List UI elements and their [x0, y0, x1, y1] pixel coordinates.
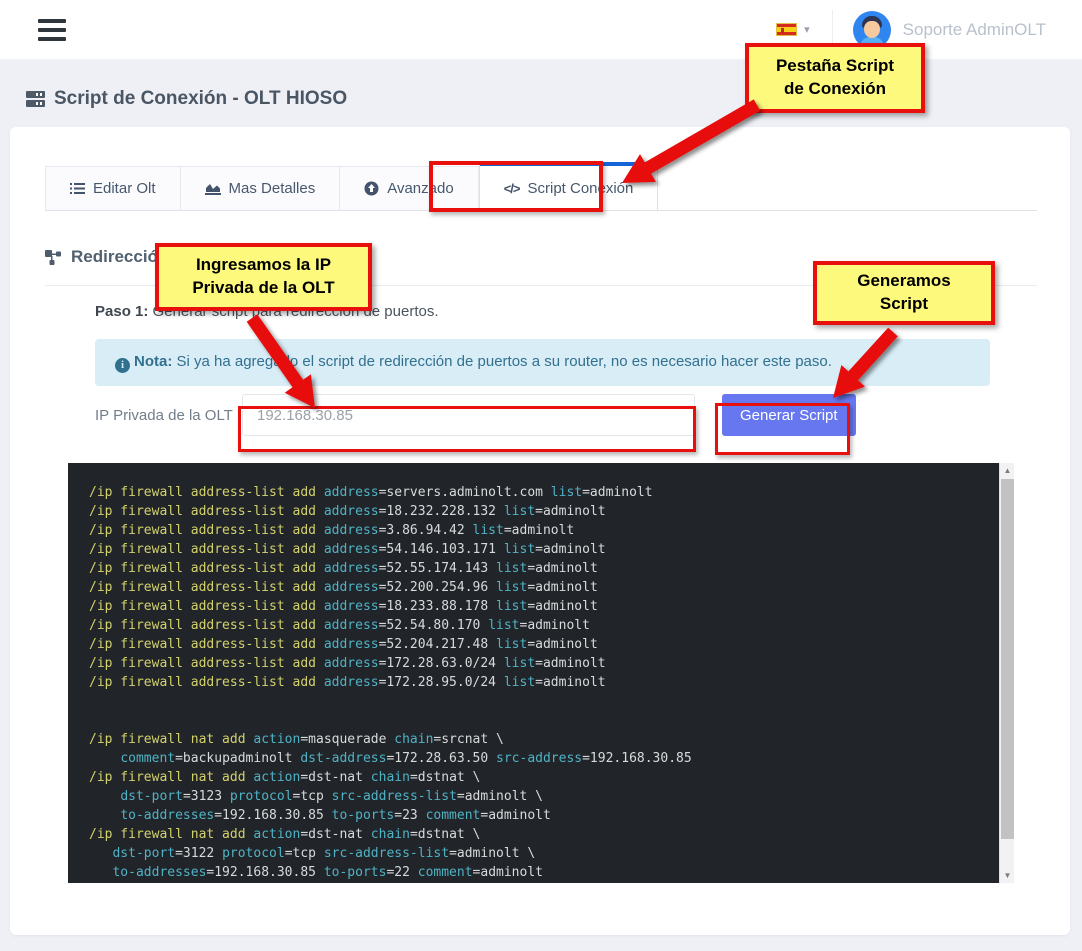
step-1-text: Paso 1: Generar script para redirección …	[95, 303, 1037, 320]
tab-script-conexion[interactable]: </> Script Conexión	[479, 162, 659, 210]
tab-editar-olt[interactable]: Editar Olt	[45, 166, 181, 210]
chevron-down-icon: ▾	[804, 23, 810, 36]
tab-label: Editar Olt	[93, 180, 156, 197]
scroll-up-icon[interactable]: ▲	[1000, 463, 1014, 478]
tab-avanzado[interactable]: Avanzado	[340, 166, 478, 210]
avatar	[853, 11, 891, 49]
language-dropdown[interactable]: ▾	[754, 0, 832, 59]
ip-form-row: IP Privada de la OLT Generar Script	[95, 394, 1037, 436]
app-screen: ▾ Soporte AdminOLT Script de Conexión - …	[0, 0, 1082, 951]
tab-label: Mas Detalles	[229, 180, 316, 197]
scrollbar-thumb[interactable]	[1001, 479, 1014, 839]
code-block[interactable]: /ip firewall address-list add address=se…	[89, 483, 994, 883]
server-icon	[26, 91, 45, 107]
generate-script-button[interactable]: Generar Script	[722, 394, 856, 436]
info-icon: i	[115, 358, 130, 373]
tab-label: Avanzado	[387, 180, 453, 197]
user-name: Soporte AdminOLT	[903, 20, 1046, 40]
ip-field-label: IP Privada de la OLT	[95, 407, 242, 424]
ip-input[interactable]	[242, 394, 695, 436]
tab-bar: Editar Olt Mas Detalles Avanzado </> Scr…	[45, 167, 1037, 211]
page-title: Script de Conexión - OLT HIOSO	[26, 88, 1082, 110]
page-header: Script de Conexión - OLT HIOSO	[0, 60, 1082, 110]
section-title: Redirección de Puertos	[45, 247, 1037, 267]
code-scrollbar[interactable]: ▲ ▼	[999, 463, 1014, 883]
spain-flag-icon	[776, 23, 797, 36]
scroll-down-icon[interactable]: ▼	[1000, 868, 1014, 883]
code-icon: </>	[504, 181, 520, 196]
tab-label: Script Conexión	[527, 180, 633, 197]
hamburger-icon	[38, 19, 66, 23]
user-menu[interactable]: Soporte AdminOLT	[833, 11, 1056, 49]
tab-mas-detalles[interactable]: Mas Detalles	[181, 166, 341, 210]
menu-toggle-button[interactable]	[38, 19, 66, 41]
chart-area-icon	[205, 182, 221, 195]
content-card: Editar Olt Mas Detalles Avanzado </> Scr…	[10, 127, 1070, 935]
list-icon	[70, 182, 85, 195]
divider	[45, 285, 1037, 286]
sitemap-icon	[45, 250, 62, 265]
note-alert: iNota: Si ya ha agregado el script de re…	[95, 339, 990, 386]
arrow-up-circle-icon	[364, 181, 379, 196]
script-output-box: /ip firewall address-list add address=se…	[68, 463, 1014, 883]
top-navbar: ▾ Soporte AdminOLT	[0, 0, 1082, 60]
